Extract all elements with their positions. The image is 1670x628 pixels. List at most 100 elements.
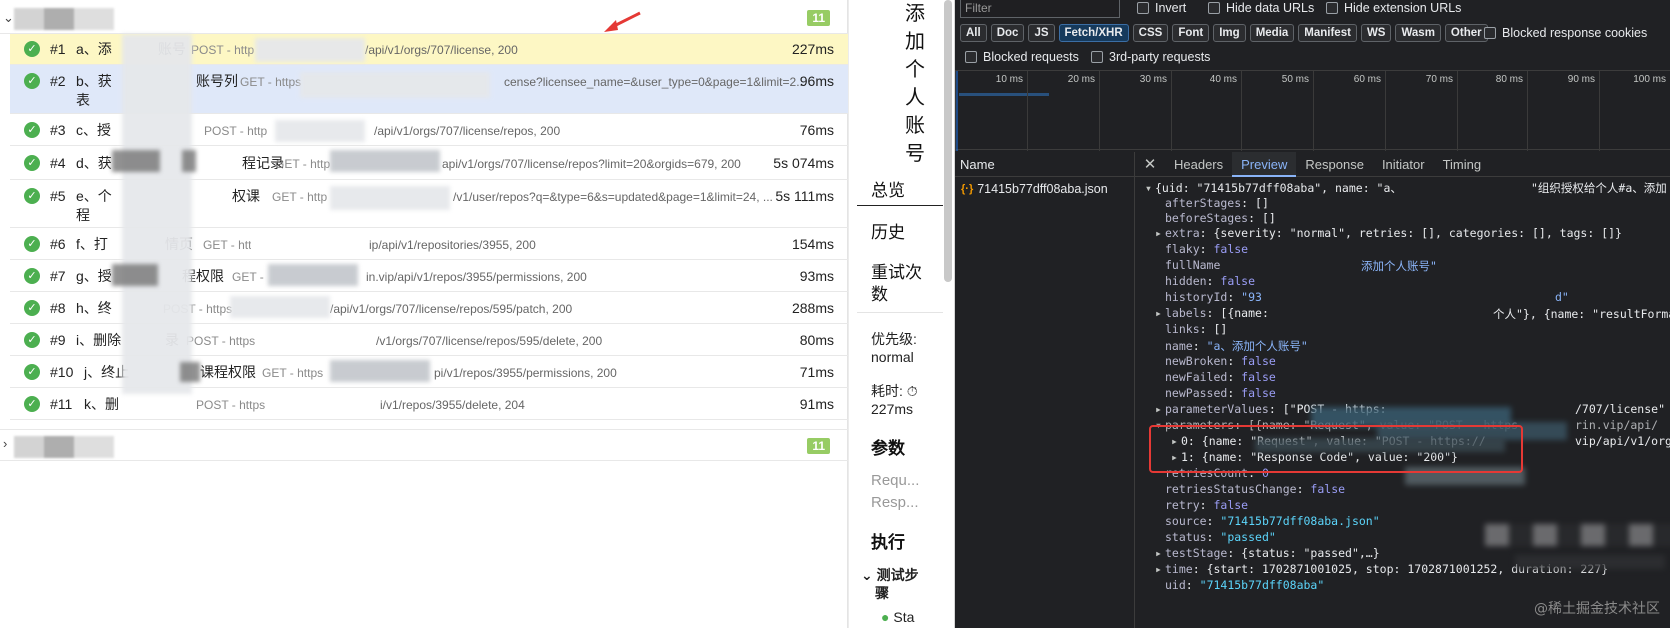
test-request-tail: api/v1/orgs/707/license/repos?limit=20&o… [442,157,741,171]
checkbox-box[interactable] [965,51,977,63]
checkbox-box[interactable] [1208,2,1220,14]
test-number: #10 [50,364,74,380]
name-column-header[interactable]: Name [955,152,1134,177]
timeline-tick: 10 ms [955,71,1027,151]
network-timeline[interactable]: 10 ms 20 ms 30 ms 40 ms 50 ms 60 ms 70 m… [955,70,1670,151]
title-char: 人 [905,87,925,109]
priority-value: normal [871,349,914,365]
suite-group-header[interactable]: ⌄ 11 [0,2,848,34]
parameter-request: Requ... [871,472,920,489]
chevron-down-icon[interactable]: ⌄ [3,10,14,26]
test-duration: 288ms [791,300,834,316]
title-char: 账 [905,115,925,137]
test-request: POST - http [204,124,268,138]
tick-label: 80 ms [1495,74,1523,85]
test-number: #7 [50,268,66,284]
title-char: 添 [905,3,925,25]
json-key-historyId: historyId: "93 [1165,290,1262,304]
tab-history[interactable]: 历史 [871,218,905,243]
json-key-labels[interactable]: ▸ labels: [{name: [1155,306,1269,320]
filter-wasm[interactable]: Wasm [1395,24,1441,42]
json-root-tail: "组织授权给个人#a、添加 [1531,181,1667,195]
checkbox-box[interactable] [1137,2,1149,14]
json-key-flaky: flaky: false [1165,242,1249,256]
json-key-links: links: [] [1165,322,1228,336]
json-key-beforeStages: beforeStages: [] [1165,211,1276,225]
filter-js[interactable]: JS [1028,24,1055,42]
filter-img[interactable]: Img [1213,24,1246,42]
filter-fetch-xhr[interactable]: Fetch/XHR [1058,24,1129,42]
filter-manifest[interactable]: Manifest [1298,24,1357,42]
execution-heading: 执行 [871,533,905,552]
passed-check-icon: ✓ [24,122,40,138]
test-request: POST - https [196,398,266,412]
expanded-triangle-icon[interactable]: ▾ [1145,181,1155,195]
test-number: #3 [50,122,66,138]
test-title-tail: 权课 [232,188,260,204]
test-title: k、删 [84,396,119,412]
tab-response[interactable]: Response [1296,152,1373,177]
close-icon[interactable]: ✕ [1135,155,1165,173]
timeline-tick: 30 ms [1099,71,1171,151]
filter-other[interactable]: Other [1444,24,1488,42]
test-request-tail: pi/v1/repos/3955/permissions, 200 [434,366,617,380]
collapsed-triangle-icon: ▸ [1155,562,1162,576]
timeline-tick: 100 ms [1599,71,1670,151]
tab-overview[interactable]: 总览 [871,176,905,201]
test-steps-toggle[interactable]: ⌄ 测试步 [861,566,919,585]
test-request: POST - https [186,334,256,348]
tab-preview[interactable]: Preview [1232,151,1297,177]
test-number: #2 [50,73,66,89]
filter-input[interactable]: Filter [960,0,1120,18]
test-number: #4 [50,155,66,171]
tab-retries-line2[interactable]: 数 [871,280,888,305]
json-key-testStage[interactable]: ▸ testStage: {status: "passed",…} [1155,546,1380,560]
json-key-extra[interactable]: ▸ extra: {severity: "normal", retries: []… [1155,226,1622,240]
filter-doc[interactable]: Doc [990,24,1025,42]
scrollbar[interactable] [944,0,952,282]
invert-label: Invert [1155,1,1187,15]
tab-initiator[interactable]: Initiator [1373,152,1434,177]
filter-ws[interactable]: WS [1360,24,1392,42]
blocked-requests-checkbox[interactable]: Blocked requests [965,50,1079,64]
test-request: GET - htt [203,238,252,252]
checkbox-box[interactable] [1484,27,1496,39]
tab-headers[interactable]: Headers [1165,152,1232,177]
request-detail-tabs: ✕ Headers Preview Response Initiator Tim… [1135,151,1670,177]
timeline-tick: 50 ms [1241,71,1313,151]
red-arrow-annotation [604,11,641,32]
checkbox-box[interactable] [1091,51,1103,63]
filter-all[interactable]: All [960,24,987,42]
filter-font[interactable]: Font [1172,24,1210,42]
checkbox-box[interactable] [1326,2,1338,14]
third-party-requests-checkbox[interactable]: 3rd-party requests [1091,50,1210,64]
filter-media[interactable]: Media [1249,24,1295,42]
test-request-tail: i/v1/repos/3955/delete, 204 [380,398,525,412]
test-title-vertical: 添 加 个 人 账 号 [905,0,927,168]
hide-data-urls-checkbox[interactable]: Hide data URLs [1208,1,1314,15]
hide-extension-urls-checkbox[interactable]: Hide extension URLs [1326,1,1461,15]
passed-check-icon: ● [881,609,890,625]
redaction-blur [1515,555,1665,569]
blocked-response-cookies-checkbox[interactable]: Blocked response cookies [1484,26,1647,40]
tab-timing[interactable]: Timing [1434,152,1491,177]
request-row-json[interactable]: {·} 71415b77dff08aba.json [961,182,1108,196]
json-key-retry: retry: false [1165,498,1249,512]
chevron-right-icon[interactable]: › [3,436,7,451]
passed-check-icon: ✓ [24,155,40,171]
test-title: d、获 [76,155,112,171]
passed-check-icon: ✓ [24,236,40,252]
filter-css[interactable]: CSS [1132,24,1169,42]
redaction-blur [330,186,450,210]
collapsed-triangle-icon: ▸ [1155,546,1162,560]
redaction-blur [268,264,358,286]
json-root-row[interactable]: ▾ {uid: "71415b77dff08aba", name: "a、 [1145,180,1402,196]
step-start[interactable]: ● Sta [881,608,914,627]
suite-group-header-collapsed[interactable]: › 11 [0,429,848,461]
type-filter-bar: All Doc JS Fetch/XHR CSS Font Img Media … [960,24,1488,42]
test-number: #5 [50,188,66,204]
tick-label: 60 ms [1353,74,1381,85]
invert-checkbox[interactable]: Invert [1137,1,1186,15]
json-parameter-0-tail: vip/api/v1/orgs/ [1575,434,1670,448]
passed-check-icon: ✓ [24,364,40,380]
